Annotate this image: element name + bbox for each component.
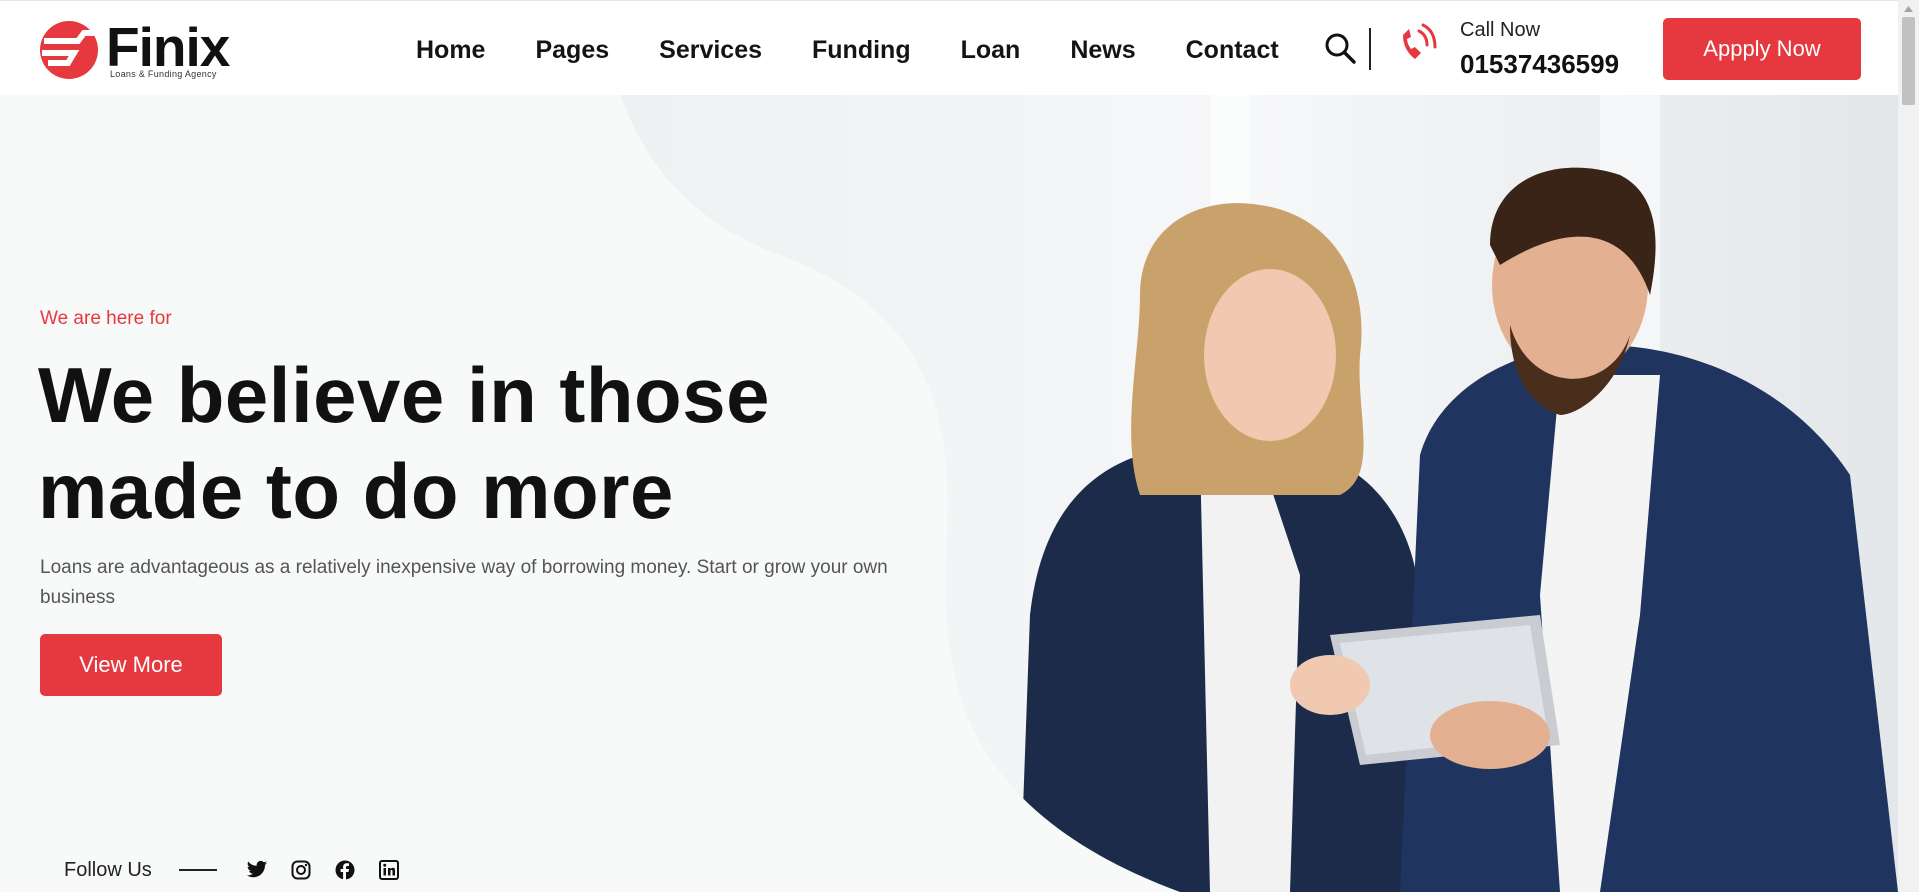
facebook-icon [335,860,355,880]
nav-item-contact[interactable]: Contact [1186,31,1279,69]
phone-number[interactable]: 01537436599 [1460,49,1619,80]
twitter-icon [246,860,267,878]
main-nav: Home Pages Services Funding Loan News Co… [416,31,1279,69]
hero-description: Loans are advantageous as a relatively i… [40,557,888,608]
hero-headline: We believe in those made to do more [38,351,770,535]
logo-tagline: Loans & Funding Agency [110,69,217,79]
header-divider [1369,28,1371,70]
nav-item-services[interactable]: Services [659,31,762,69]
scroll-up-arrow-icon[interactable] [1898,0,1919,17]
follow-us-label: Follow Us [64,858,152,881]
nav-item-loan[interactable]: Loan [961,31,1021,69]
apply-now-button[interactable]: Appply Now [1663,18,1861,80]
nav-item-funding[interactable]: Funding [812,31,911,69]
phone-ringing-icon [1403,23,1437,59]
hero-section: We are here for We believe in those made… [0,95,1898,892]
logo-text: Finix [106,16,230,78]
search-button[interactable] [1323,31,1357,65]
page-scrollbar[interactable] [1898,0,1919,892]
linkedin-link[interactable] [377,858,401,882]
twitter-link[interactable] [245,858,269,882]
nav-item-pages[interactable]: Pages [535,31,609,69]
hero-eyebrow: We are here for [40,308,172,329]
instagram-link[interactable] [289,858,313,882]
logo-mark-icon [40,21,98,79]
follow-divider [178,869,217,871]
call-now-label: Call Now [1460,19,1541,41]
follow-us: Follow Us [64,855,421,885]
search-icon [1325,33,1356,64]
view-more-button[interactable]: View More [40,634,222,696]
nav-item-news[interactable]: News [1070,31,1135,69]
instagram-icon [291,860,311,880]
facebook-link[interactable] [333,858,357,882]
scrollbar-thumb[interactable] [1902,17,1915,105]
logo[interactable]: Finix Loans & Funding Agency [38,17,238,81]
site-header: Finix Loans & Funding Agency Home Pages … [0,0,1898,95]
linkedin-icon [378,860,399,880]
nav-item-home[interactable]: Home [416,31,485,69]
